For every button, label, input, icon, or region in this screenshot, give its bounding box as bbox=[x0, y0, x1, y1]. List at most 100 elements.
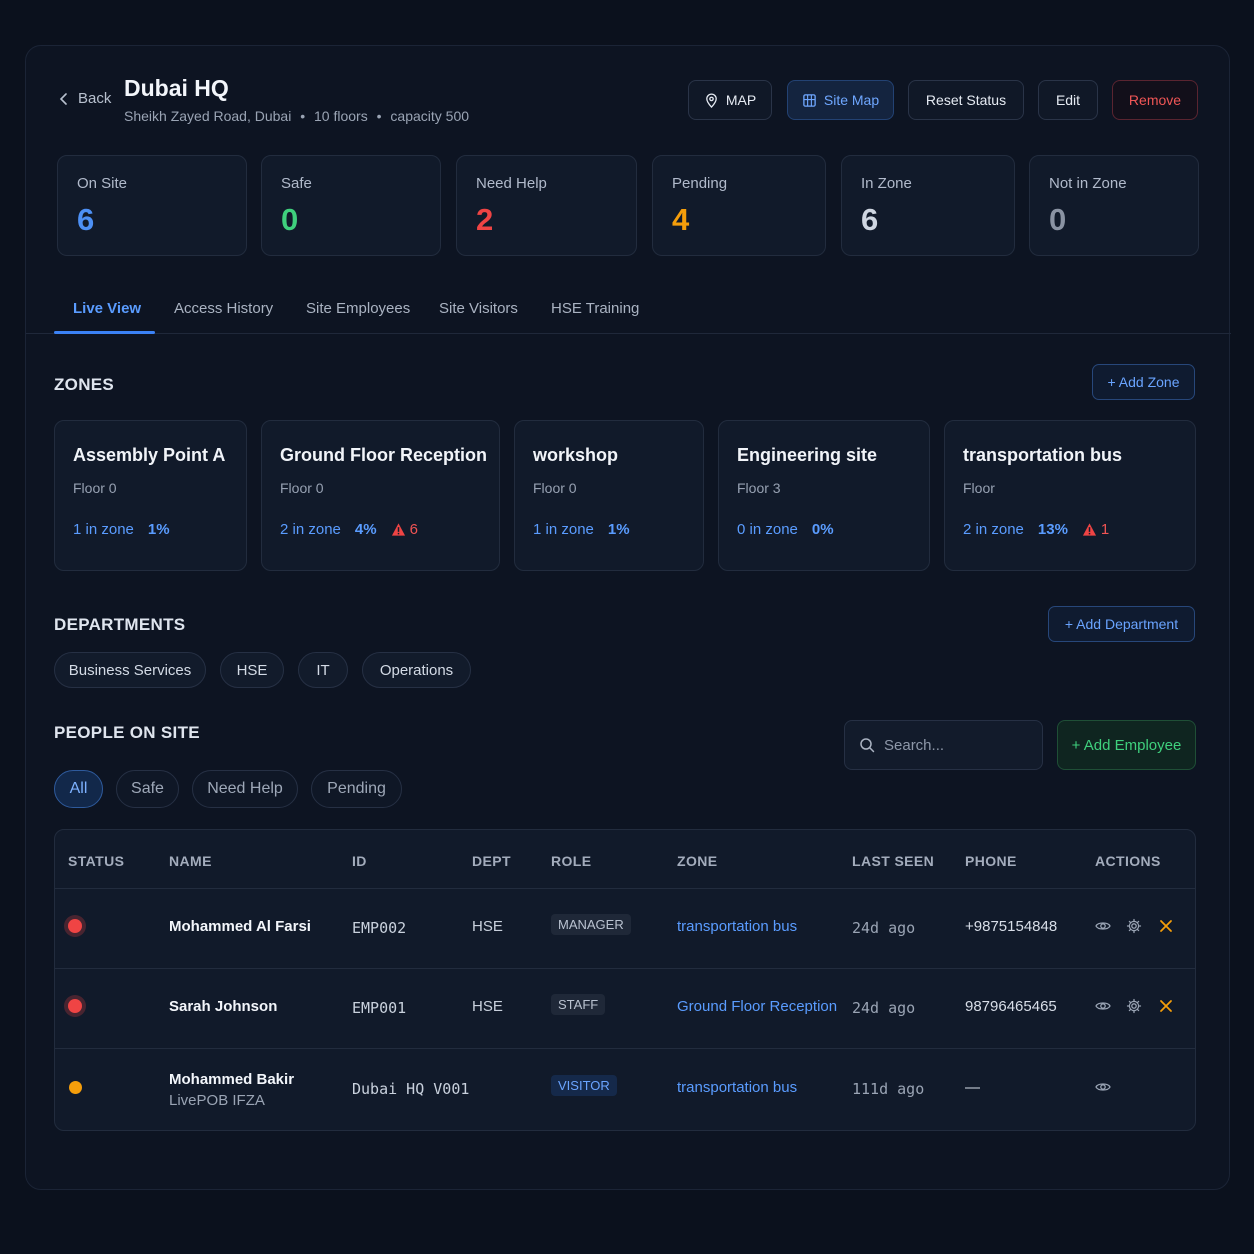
warning-triangle-icon bbox=[1082, 523, 1096, 536]
table-row[interactable]: Mohammed Bakir LivePOB IFZA Dubai HQ V00… bbox=[55, 1049, 1195, 1129]
separator: • bbox=[376, 108, 382, 124]
site-map-button[interactable]: Site Map bbox=[787, 80, 894, 120]
zone-name: Assembly Point A bbox=[73, 445, 226, 465]
tab-live-view[interactable]: Live View bbox=[73, 300, 141, 317]
map-pin-icon bbox=[705, 93, 717, 108]
department-chip[interactable]: HSE bbox=[220, 652, 284, 688]
zone-percent: 0% bbox=[811, 521, 834, 538]
filter-safe[interactable]: Safe bbox=[116, 770, 179, 808]
zone-stats: 2 in zone 13% 1 bbox=[963, 521, 1109, 538]
role-badge: STAFF bbox=[551, 994, 606, 1015]
last-seen: 24d ago bbox=[852, 919, 916, 937]
zone-link[interactable]: transportation bus bbox=[677, 918, 797, 935]
zone-card[interactable]: workshop Floor 0 1 in zone 1% bbox=[514, 420, 704, 571]
close-icon[interactable] bbox=[1158, 998, 1174, 1014]
map-button[interactable]: MAP bbox=[688, 80, 772, 120]
zones-section-title: ZONES bbox=[54, 375, 115, 394]
search-placeholder: Search... bbox=[884, 736, 945, 754]
status-dot-need-help bbox=[68, 919, 82, 933]
status-dot-pending bbox=[69, 1081, 82, 1094]
edit-button[interactable]: Edit bbox=[1038, 80, 1098, 120]
zone-alert: 6 bbox=[391, 521, 418, 538]
eye-icon[interactable] bbox=[1095, 1079, 1111, 1095]
zone-percent: 1% bbox=[607, 521, 630, 538]
add-zone-button[interactable]: + Add Zone bbox=[1092, 364, 1195, 400]
eye-icon[interactable] bbox=[1095, 998, 1111, 1014]
department-chip[interactable]: Business Services bbox=[54, 652, 206, 688]
column-header-actions: ACTIONS bbox=[1095, 853, 1161, 869]
gear-icon[interactable] bbox=[1126, 998, 1142, 1014]
departments-section-title: DEPARTMENTS bbox=[54, 615, 186, 634]
role-badge: VISITOR bbox=[551, 1075, 617, 1096]
tab-site-employees[interactable]: Site Employees bbox=[306, 300, 410, 317]
column-header-phone: PHONE bbox=[965, 853, 1017, 869]
department-chip[interactable]: Operations bbox=[362, 652, 471, 688]
person-company: LivePOB IFZA bbox=[169, 1092, 265, 1109]
tab-access-history[interactable]: Access History bbox=[174, 300, 273, 317]
stat-label: Pending bbox=[672, 175, 728, 192]
back-link[interactable]: Back bbox=[58, 90, 111, 107]
column-header-name: NAME bbox=[169, 853, 212, 869]
stat-card-pending: Pending 4 bbox=[652, 155, 826, 256]
remove-button[interactable]: Remove bbox=[1112, 80, 1198, 120]
filter-need-help[interactable]: Need Help bbox=[192, 770, 298, 808]
role-cell: MANAGER bbox=[551, 914, 631, 935]
reset-status-button[interactable]: Reset Status bbox=[908, 80, 1024, 120]
stat-card-in-zone: In Zone 6 bbox=[841, 155, 1015, 256]
filter-all[interactable]: All bbox=[54, 770, 103, 808]
zone-count: 2 in zone bbox=[280, 521, 341, 538]
zone-link[interactable]: transportation bus bbox=[677, 1079, 797, 1096]
role-cell: STAFF bbox=[551, 994, 606, 1015]
stat-label: Not in Zone bbox=[1049, 175, 1127, 192]
add-employee-button[interactable]: + Add Employee bbox=[1057, 720, 1196, 770]
zone-stats: 1 in zone 1% bbox=[533, 521, 630, 538]
people-table: STATUS NAME ID DEPT ROLE ZONE LAST SEEN … bbox=[54, 829, 1196, 1131]
site-detail-panel: Back Dubai HQ Sheikh Zayed Road, Dubai •… bbox=[25, 45, 1231, 1190]
search-icon bbox=[860, 738, 875, 753]
zone-card[interactable]: transportation bus Floor 2 in zone 13% 1 bbox=[944, 420, 1196, 571]
department-chip[interactable]: IT bbox=[298, 652, 348, 688]
zone-floor: Floor 0 bbox=[73, 480, 117, 496]
tab-hse-training[interactable]: HSE Training bbox=[551, 300, 639, 317]
close-icon[interactable] bbox=[1158, 918, 1174, 934]
gear-icon[interactable] bbox=[1126, 918, 1142, 934]
status-dot-need-help bbox=[68, 999, 82, 1013]
zone-count: 2 in zone bbox=[963, 521, 1024, 538]
filter-pending[interactable]: Pending bbox=[311, 770, 402, 808]
stat-card-need-help: Need Help 2 bbox=[456, 155, 637, 256]
stat-card-not-in-zone: Not in Zone 0 bbox=[1029, 155, 1199, 256]
map-button-label: MAP bbox=[725, 92, 757, 108]
last-seen: 24d ago bbox=[852, 999, 916, 1017]
tab-site-visitors[interactable]: Site Visitors bbox=[439, 300, 518, 317]
zone-percent: 13% bbox=[1037, 521, 1068, 538]
page-title: Dubai HQ bbox=[124, 75, 229, 101]
column-header-last-seen: LAST SEEN bbox=[852, 853, 935, 869]
person-id: EMP001 bbox=[352, 999, 407, 1017]
stat-label: On Site bbox=[77, 175, 128, 192]
last-seen: 111d ago bbox=[852, 1080, 925, 1098]
zone-alert: 1 bbox=[1082, 521, 1109, 538]
zone-link[interactable]: Ground Floor Reception bbox=[677, 998, 837, 1015]
column-header-dept: DEPT bbox=[472, 853, 511, 869]
person-name: Mohammed Al Farsi bbox=[169, 918, 311, 935]
zone-card[interactable]: Engineering site Floor 3 0 in zone 0% bbox=[718, 420, 930, 571]
stat-label: Safe bbox=[281, 175, 312, 192]
site-capacity: capacity 500 bbox=[390, 108, 470, 124]
person-phone: +9875154848 bbox=[965, 918, 1058, 935]
search-input[interactable]: Search... bbox=[844, 720, 1043, 770]
separator: • bbox=[300, 108, 306, 124]
zone-card[interactable]: Ground Floor Reception Floor 0 2 in zone… bbox=[261, 420, 500, 571]
person-name: Mohammed Bakir bbox=[169, 1071, 295, 1088]
add-department-button[interactable]: + Add Department bbox=[1048, 606, 1195, 642]
eye-icon[interactable] bbox=[1095, 918, 1111, 934]
table-row[interactable]: Mohammed Al Farsi EMP002 HSE MANAGER tra… bbox=[55, 889, 1195, 969]
table-row[interactable]: Sarah Johnson EMP001 HSE STAFF Ground Fl… bbox=[55, 969, 1195, 1049]
role-cell: VISITOR bbox=[551, 1075, 617, 1096]
zone-stats: 1 in zone 1% bbox=[73, 521, 170, 538]
stat-value: 4 bbox=[672, 202, 690, 237]
zone-card[interactable]: Assembly Point A Floor 0 1 in zone 1% bbox=[54, 420, 247, 571]
person-id: Dubai HQ V001 bbox=[352, 1080, 470, 1098]
site-floors: 10 floors bbox=[314, 108, 368, 124]
stat-value: 6 bbox=[77, 202, 95, 237]
column-header-status: STATUS bbox=[68, 853, 125, 869]
